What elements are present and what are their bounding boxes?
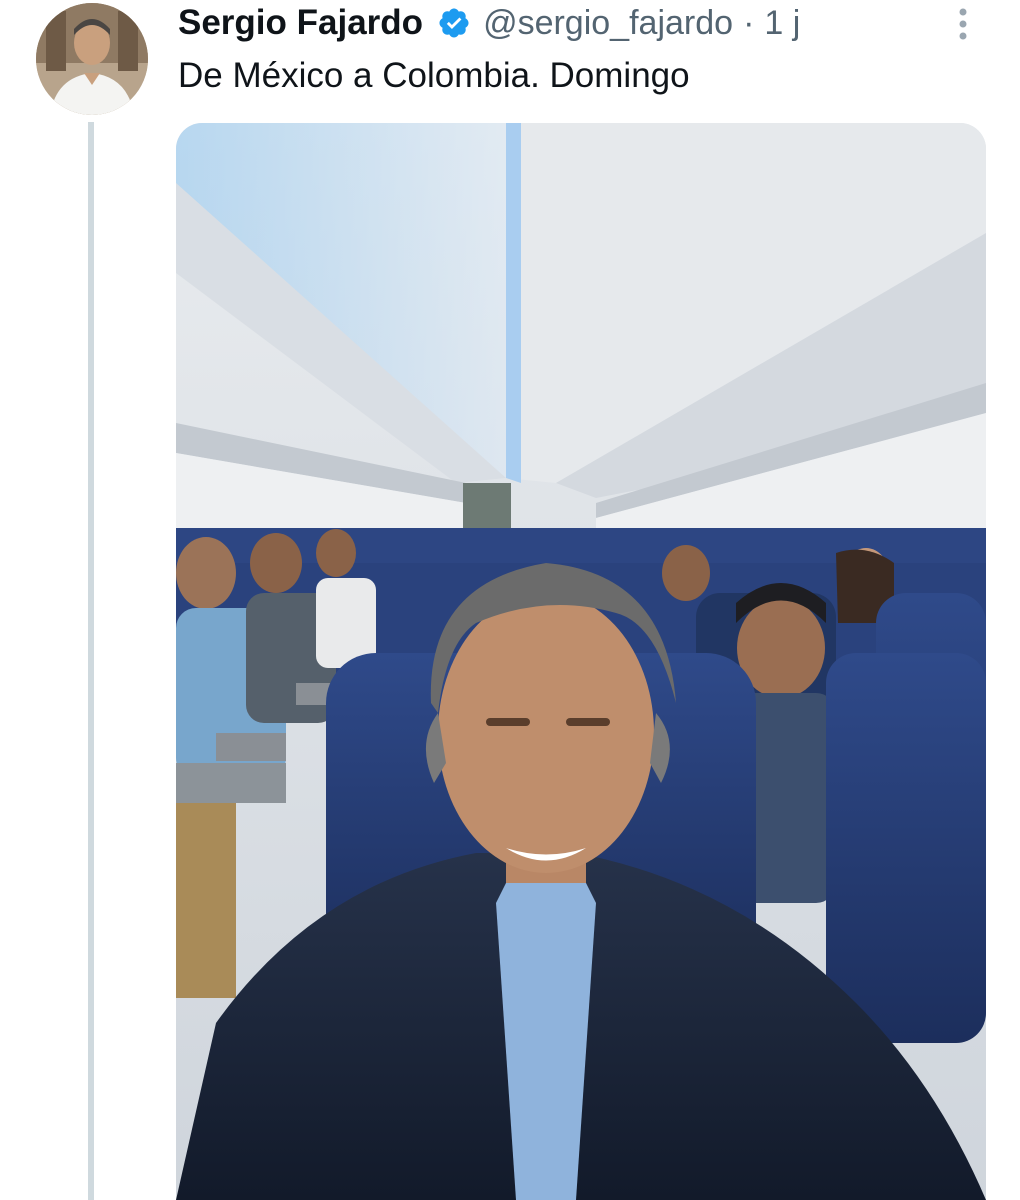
tweet-text: De México a Colombia. Domingo (178, 56, 690, 95)
avatar[interactable] (36, 3, 148, 115)
more-vertical-icon[interactable] (950, 6, 976, 46)
author-handle[interactable]: @sergio_fajardo (483, 4, 733, 43)
tweet-photo[interactable] (176, 123, 986, 1200)
thread-line (88, 122, 94, 1200)
timestamp[interactable]: 1 j (764, 4, 800, 43)
author-name[interactable]: Sergio Fajardo (178, 3, 423, 43)
separator-dot: · (743, 3, 755, 42)
tweet[interactable]: Sergio Fajardo @sergio_fajardo · 1 j De … (0, 0, 1020, 1200)
verified-badge-icon (437, 6, 471, 40)
tweet-header: Sergio Fajardo @sergio_fajardo · 1 j (178, 0, 800, 46)
